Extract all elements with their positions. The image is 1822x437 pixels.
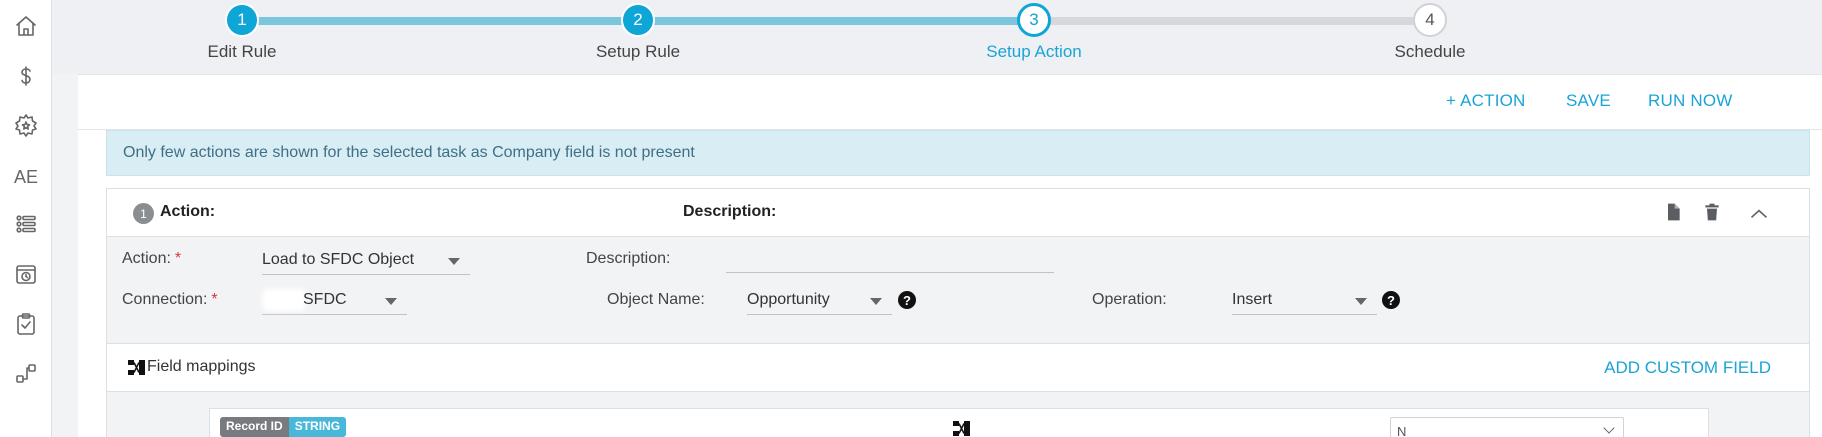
sidebar-item-settings[interactable]	[0, 107, 52, 147]
sidebar-item-list[interactable]	[0, 206, 52, 246]
caret-down-icon	[870, 298, 882, 305]
field-pill: Record ID STRING	[220, 417, 347, 437]
step-setup-rule[interactable]: 2 Setup Rule	[558, 0, 718, 62]
step-label: Setup Action	[986, 42, 1082, 61]
trash-icon[interactable]	[1701, 201, 1723, 223]
step-label: Setup Rule	[595, 42, 681, 61]
object-name-select-value: Opportunity	[747, 291, 830, 308]
sidebar-item-tasks[interactable]	[0, 306, 52, 346]
action-toolbar: + ACTION SAVE RUN NOW	[78, 75, 1822, 130]
operation-field-label: Operation:	[1092, 291, 1167, 308]
chevron-down-icon	[1603, 422, 1615, 434]
description-input[interactable]	[726, 243, 1054, 273]
dollar-icon	[14, 64, 38, 93]
wizard-stepper: 1 Edit Rule 2 Setup Rule 3 Setup Action …	[52, 0, 1822, 74]
caret-down-icon	[448, 258, 460, 265]
action-field-label: Action: *	[122, 250, 182, 267]
field-mapping-icon	[127, 358, 147, 378]
add-action-button[interactable]: + ACTION	[1446, 91, 1526, 111]
step-number: 3	[1017, 3, 1051, 37]
required-marker: *	[174, 250, 182, 267]
step-number: 4	[1413, 3, 1447, 37]
connection-select-value: SFDC	[303, 291, 347, 308]
required-marker: *	[211, 291, 218, 308]
caret-down-icon	[385, 298, 397, 305]
description-field-label: Description:	[586, 250, 671, 267]
list-icon	[14, 212, 38, 241]
mapping-icon	[952, 419, 972, 437]
sidebar-item-ae[interactable]: AE	[0, 157, 52, 197]
action-panel: 1 Action: Description: Action: * Load to …	[106, 188, 1810, 437]
object-name-select[interactable]: Opportunity	[747, 285, 892, 315]
mapping-row: Record ID STRING N	[209, 408, 1709, 437]
help-icon[interactable]: ?	[1382, 291, 1400, 309]
sidebar-ae-label: AE	[13, 166, 38, 187]
connection-field-label: Connection: *	[122, 291, 218, 308]
chevron-up-icon[interactable]	[1748, 203, 1770, 225]
object-name-field-label: Object Name:	[607, 291, 705, 308]
operation-select-value: Insert	[1232, 291, 1273, 308]
sidebar-item-billing[interactable]	[0, 58, 52, 98]
step-setup-action[interactable]: 3 Setup Action	[954, 0, 1114, 62]
sidebar: AE	[0, 0, 52, 437]
run-now-button[interactable]: RUN NOW	[1648, 91, 1733, 111]
help-icon[interactable]: ?	[898, 291, 916, 309]
step-label: Schedule	[1394, 42, 1466, 61]
step-number: 1	[225, 3, 259, 37]
gear-star-icon	[14, 113, 38, 142]
operation-select[interactable]: Insert	[1232, 285, 1377, 315]
info-message: Only few actions are shown for the selec…	[123, 144, 695, 161]
sidebar-item-schedule[interactable]	[0, 256, 52, 296]
sidebar-item-home[interactable]	[0, 8, 52, 48]
add-custom-field-button[interactable]: ADD CUSTOM FIELD	[1604, 358, 1771, 378]
info-banner: Only few actions are shown for the selec…	[106, 130, 1810, 176]
field-type: STRING	[288, 417, 347, 437]
action-select-value: Load to SFDC Object	[262, 251, 415, 268]
field-mappings-title: Field mappings	[147, 358, 256, 375]
sidebar-item-flow[interactable]	[0, 355, 52, 395]
action-header-label: Action:	[160, 203, 216, 220]
clock-icon	[14, 262, 38, 291]
save-button[interactable]: SAVE	[1566, 91, 1611, 111]
action-select[interactable]: Load to SFDC Object	[262, 245, 470, 275]
home-icon	[14, 14, 38, 43]
connection-select[interactable]: SFDC	[262, 285, 407, 315]
action-header[interactable]: 1 Action: Description:	[107, 189, 1809, 237]
action-index-badge: 1	[133, 203, 154, 224]
step-schedule[interactable]: 4 Schedule	[1350, 0, 1510, 62]
step-number: 2	[621, 3, 655, 37]
flow-icon	[14, 361, 38, 390]
target-field-select[interactable]: N	[1390, 417, 1624, 437]
action-form: Action: * Load to SFDC Object Description…	[107, 237, 1809, 344]
copy-icon[interactable]	[1662, 201, 1684, 223]
step-edit-rule[interactable]: 1 Edit Rule	[162, 0, 322, 62]
mapping-area: Record ID STRING N	[107, 392, 1809, 437]
caret-down-icon	[1355, 298, 1367, 305]
target-field-value: N	[1397, 424, 1407, 437]
main-card: + ACTION SAVE RUN NOW Only few actions a…	[78, 74, 1822, 437]
step-label: Edit Rule	[207, 42, 277, 61]
redacted-patch	[262, 289, 306, 311]
clipboard-check-icon	[14, 312, 38, 341]
description-header-label: Description:	[683, 203, 777, 220]
field-mappings-bar: Field mappings ADD CUSTOM FIELD	[107, 344, 1809, 392]
field-name: Record ID	[220, 417, 289, 437]
